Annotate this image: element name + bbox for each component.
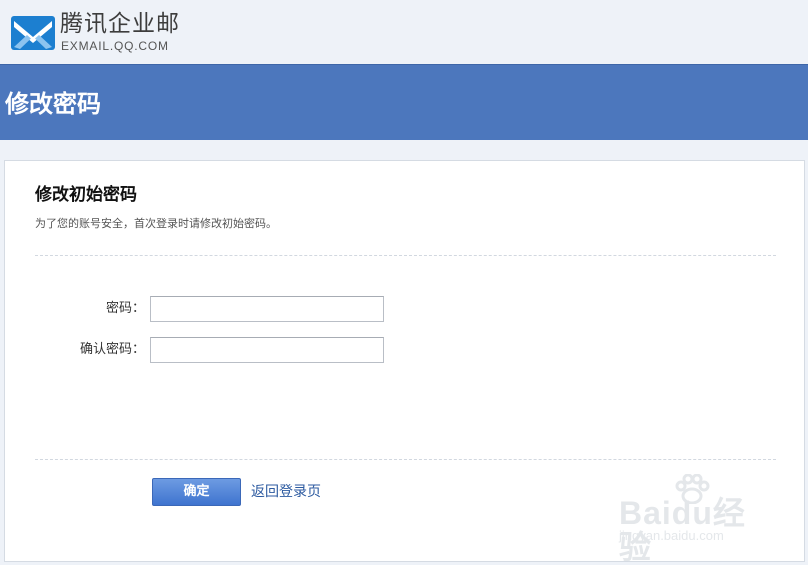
password-input[interactable] [150, 296, 384, 322]
brand-domain: EXMAIL.QQ.COM [61, 39, 169, 53]
header-band: 修改密码 [0, 64, 808, 140]
confirm-password-input[interactable] [150, 337, 384, 363]
top-divider [35, 255, 776, 256]
watermark-url: jingyan.baidu.com [619, 528, 724, 543]
confirm-password-label: 确认密码： [79, 342, 145, 357]
panel-description: 为了您的账号安全，首次登录时请修改初始密码。 [35, 217, 277, 230]
baidu-watermark: Baidu经验 jingyan.baidu.com [614, 474, 774, 564]
password-label: 密码： [105, 301, 145, 316]
panel-title: 修改初始密码 [35, 185, 137, 205]
top-bar: 腾讯企业邮 EXMAIL.QQ.COM [0, 0, 808, 64]
confirm-button[interactable]: 确定 [152, 478, 241, 506]
back-to-login-link[interactable]: 返回登录页 [251, 483, 321, 501]
brand-name: 腾讯企业邮 [60, 11, 180, 37]
mail-logo-icon [11, 16, 55, 50]
bottom-divider [35, 459, 776, 460]
page-title: 修改密码 [5, 90, 101, 118]
